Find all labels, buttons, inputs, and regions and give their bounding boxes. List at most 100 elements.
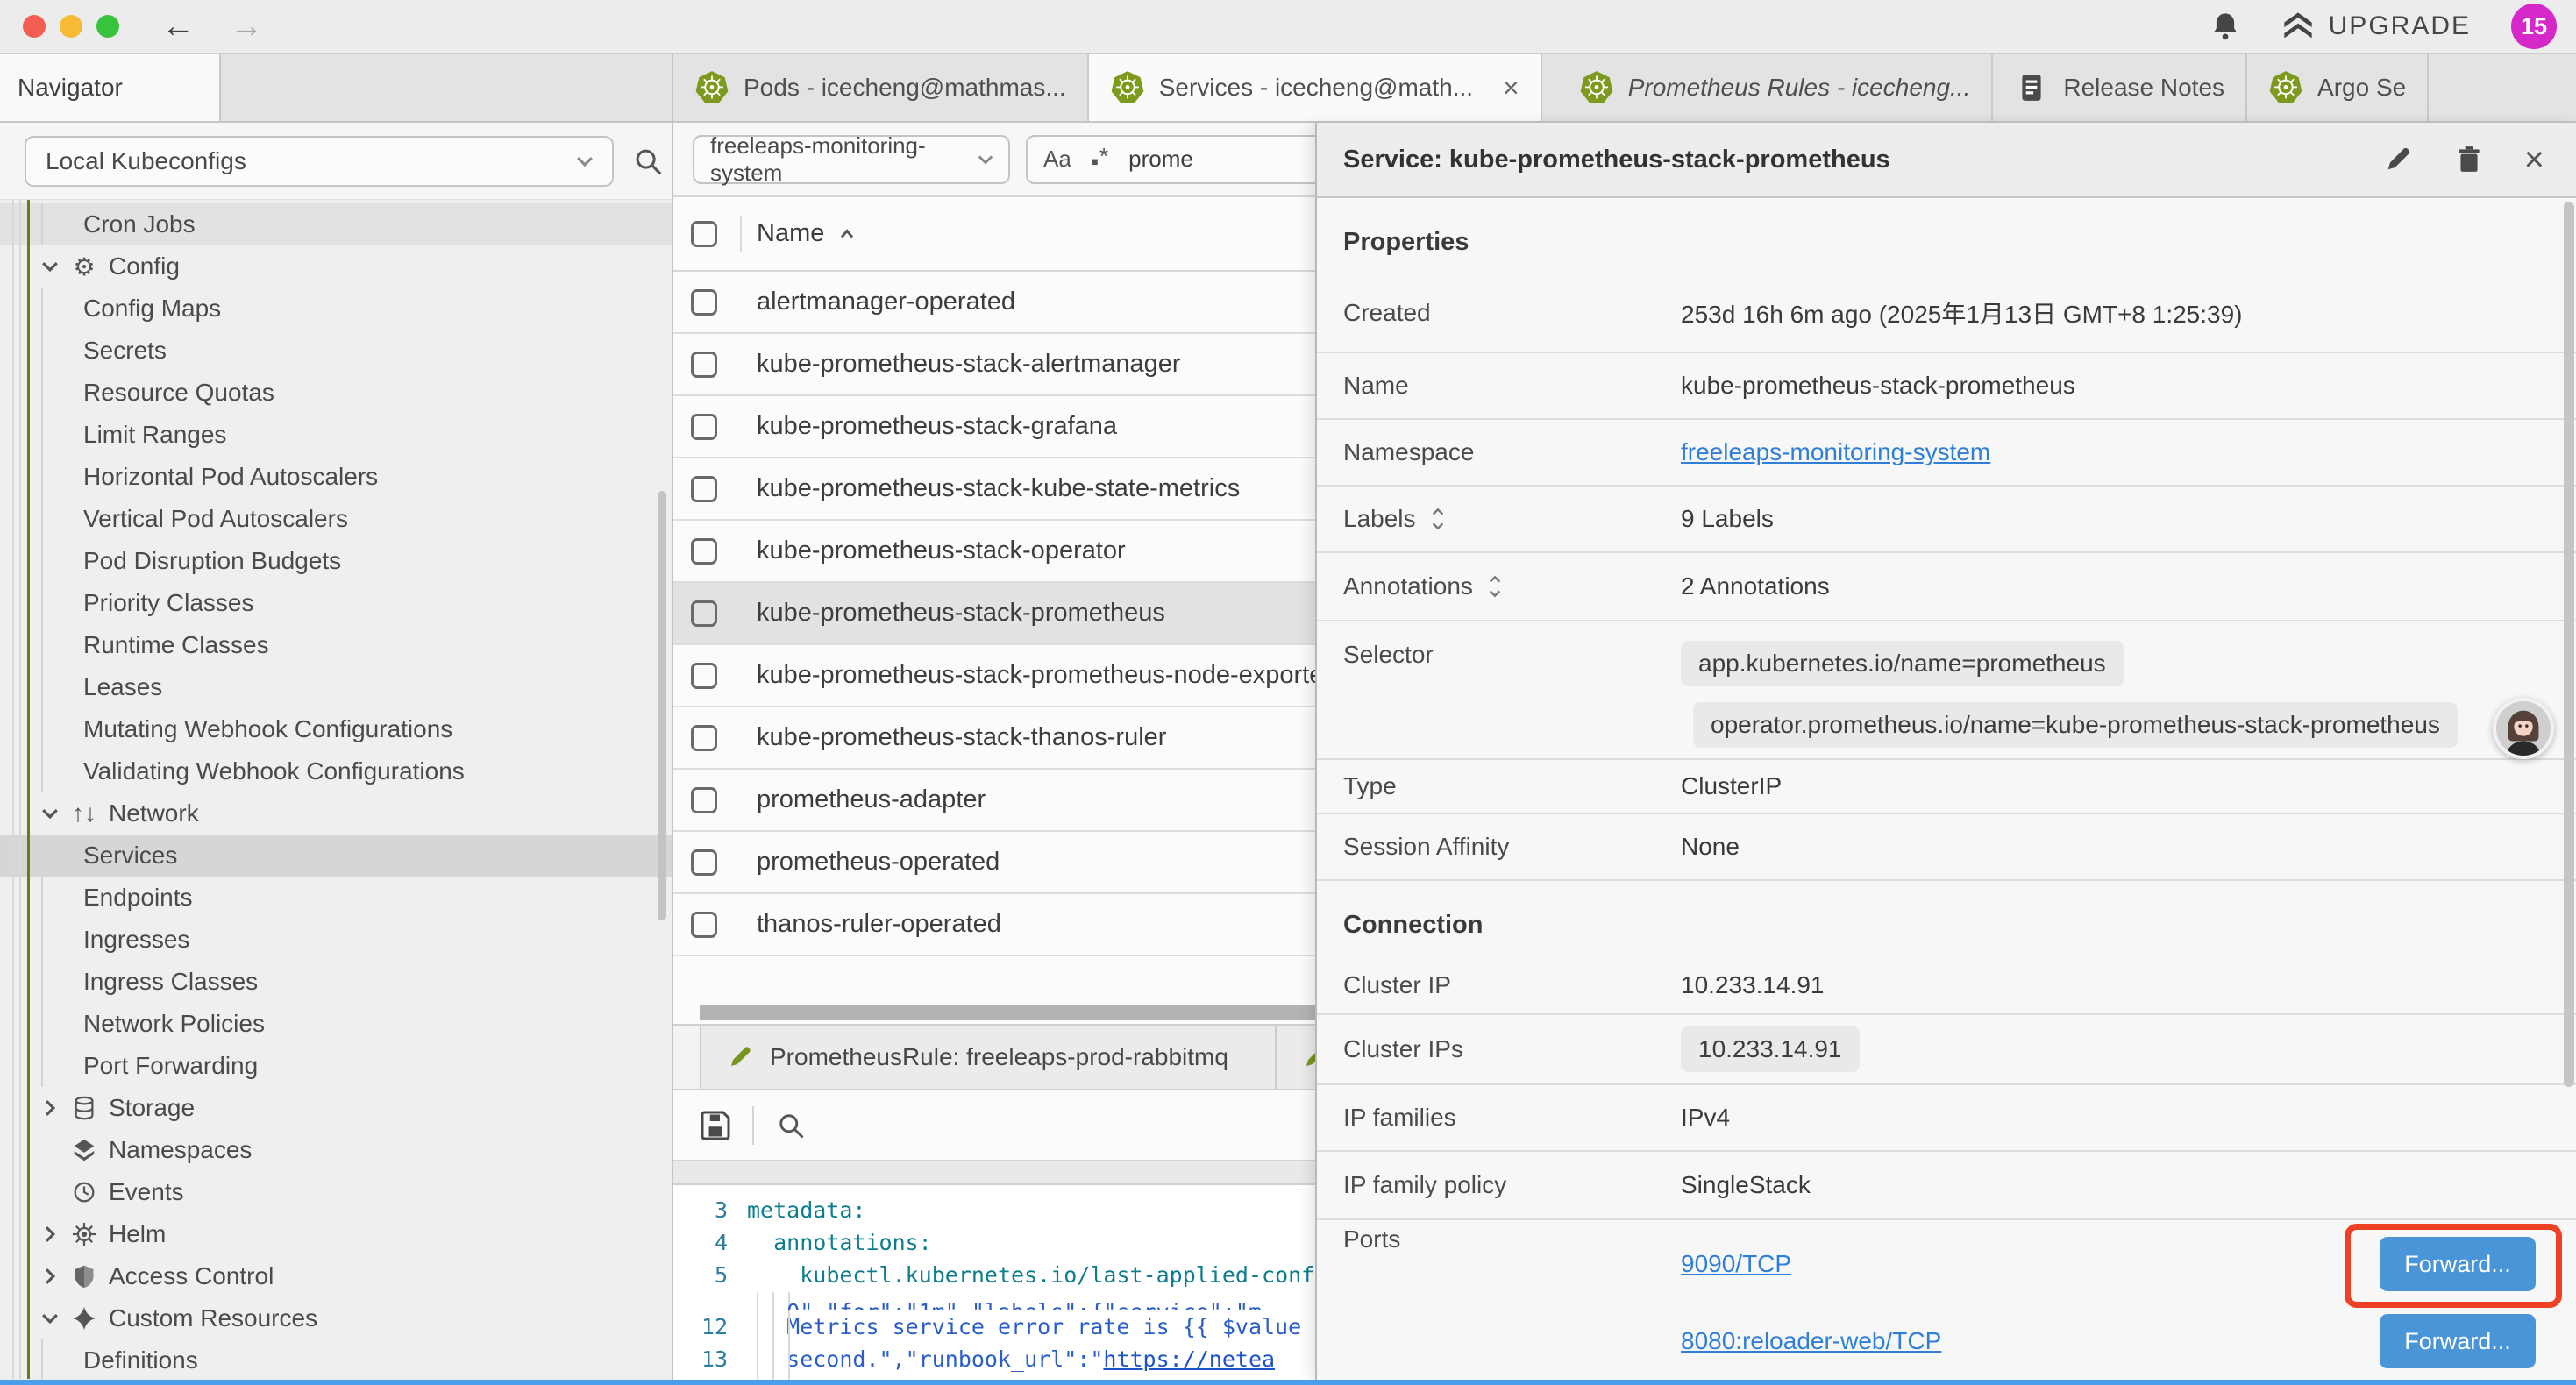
tab-services-icecheng-math[interactable]: Services - icecheng@math...× [1089,54,1542,121]
case-sensitive-toggle[interactable]: Aa [1043,146,1071,173]
tab-navigator[interactable]: Navigator [0,54,221,121]
sidebar-item-validating-webhook-configurations[interactable]: Validating Webhook Configurations [0,750,672,792]
sidebar-item-definitions[interactable]: Definitions [0,1339,672,1381]
sidebar-item-network[interactable]: ↑↓Network [0,792,672,835]
editor-search-icon[interactable] [775,1110,807,1141]
table-row-prometheus-operated[interactable]: prometheus-operated [673,832,1315,894]
table-row-kube-prometheus-stack-thanos-ruler[interactable]: kube-prometheus-stack-thanos-ruler [673,707,1315,770]
horizontal-scrollbar[interactable] [700,1005,1315,1020]
table-row-prometheus-adapter[interactable]: prometheus-adapter [673,770,1315,832]
detail-scrollbar[interactable] [2564,202,2574,1087]
sidebar-item-storage[interactable]: Storage [0,1087,672,1129]
port-link[interactable]: 8080:reloader-web/TCP [1681,1327,1941,1355]
chevron-right-icon[interactable] [39,1097,61,1119]
close-panel-icon[interactable]: × [2524,142,2544,177]
editor-tab-partial[interactable] [1277,1026,1315,1089]
sidebar-item-endpoints[interactable]: Endpoints [0,877,672,919]
tab-pods-icecheng-mathmas[interactable]: Pods - icecheng@mathmas... [673,54,1089,121]
save-icon[interactable] [698,1108,733,1143]
sidebar-item-leases[interactable]: Leases [0,666,672,708]
row-checkbox[interactable] [691,849,717,876]
sidebar-item-helm[interactable]: Helm [0,1213,672,1255]
upgrade-button[interactable]: UPGRADE [2281,10,2471,43]
edit-icon[interactable] [2382,144,2414,175]
delete-icon[interactable] [2454,145,2484,174]
close-window-button[interactable] [23,15,46,38]
sidebar-item-secrets[interactable]: Secrets [0,330,672,372]
chevron-down-icon[interactable] [39,1307,61,1330]
table-row-alertmanager-operated[interactable]: alertmanager-operated [673,272,1315,334]
search-icon[interactable] [631,145,665,178]
chevron-right-icon[interactable] [39,1223,61,1246]
sidebar-item-port-forwarding[interactable]: Port Forwarding [0,1045,672,1087]
forward-button[interactable]: → [230,10,263,43]
namespace-link[interactable]: freeleaps-monitoring-system [1681,438,1990,466]
row-checkbox[interactable] [691,414,717,440]
select-all-checkbox[interactable] [691,221,717,247]
editor-tab-prometheusrule[interactable]: PrometheusRule: freeleaps-prod-rabbitmq [700,1026,1277,1089]
sidebar-item-vertical-pod-autoscalers[interactable]: Vertical Pod Autoscalers [0,498,672,540]
sidebar-item-namespaces[interactable]: Namespaces [0,1129,672,1171]
back-button[interactable]: ← [161,10,195,43]
sidebar-item-config[interactable]: ⚙Config [0,245,672,288]
sidebar-item-pod-disruption-budgets[interactable]: Pod Disruption Budgets [0,540,672,582]
editor-divider-strip[interactable] [673,1161,1315,1185]
chevron-down-icon[interactable] [39,802,61,825]
tab-argo-se[interactable]: Argo Se [2247,54,2429,121]
forward-button[interactable]: Forward... [2380,1314,2536,1368]
sidebar-item-mutating-webhook-configurations[interactable]: Mutating Webhook Configurations [0,708,672,750]
sidebar-item-cron-jobs[interactable]: Cron Jobs [0,203,672,245]
user-avatar[interactable] [2493,698,2554,759]
regex-toggle-icon[interactable]: ▪* [1091,143,1109,175]
row-checkbox[interactable] [691,289,717,316]
table-row-kube-prometheus-stack-operator[interactable]: kube-prometheus-stack-operator [673,521,1315,583]
kubeconfig-select[interactable]: Local Kubeconfigs [25,136,614,187]
sidebar-scrollbar[interactable] [658,491,666,920]
sidebar-item-resource-quotas[interactable]: Resource Quotas [0,372,672,414]
notification-count-badge[interactable]: 15 [2511,4,2557,49]
namespace-select[interactable]: freeleaps-monitoring-system [693,135,1010,184]
port-link[interactable]: 9090/TCP [1681,1250,1791,1278]
row-checkbox[interactable] [691,538,717,565]
table-row-thanos-ruler-operated[interactable]: thanos-ruler-operated [673,894,1315,956]
row-checkbox[interactable] [691,476,717,502]
table-row-kube-prometheus-stack-grafana[interactable]: kube-prometheus-stack-grafana [673,396,1315,458]
sidebar-item-limit-ranges[interactable]: Limit Ranges [0,414,672,456]
chevron-down-icon[interactable] [39,255,61,278]
row-checkbox[interactable] [691,663,717,689]
chevron-right-icon[interactable] [39,1265,61,1288]
table-row-kube-prometheus-stack-prometheus[interactable]: kube-prometheus-stack-prometheus [673,583,1315,645]
filter-input[interactable]: Aa ▪* prome [1026,135,1315,184]
name-column-header[interactable]: Name [757,219,824,248]
table-row-kube-prometheus-stack-prometheus-node-exporter[interactable]: kube-prometheus-stack-prometheus-node-ex… [673,645,1315,707]
sidebar-item-config-maps[interactable]: Config Maps [0,288,672,330]
sidebar-item-services[interactable]: Services [0,835,672,877]
row-checkbox[interactable] [691,912,717,938]
sidebar-item-events[interactable]: Events [0,1171,672,1213]
maximize-window-button[interactable] [96,15,119,38]
sort-updown-icon[interactable] [1485,573,1505,600]
sidebar-item-ingresses[interactable]: Ingresses [0,919,672,961]
tab-release-notes[interactable]: Release Notes [1993,54,2247,121]
sidebar-item-priority-classes[interactable]: Priority Classes [0,582,672,624]
yaml-editor[interactable]: 3metadata:4 annotations:5 kubectl.kubern… [673,1185,1315,1381]
sidebar-item-horizontal-pod-autoscalers[interactable]: Horizontal Pod Autoscalers [0,456,672,498]
sidebar-item-runtime-classes[interactable]: Runtime Classes [0,624,672,666]
bell-icon[interactable] [2210,11,2241,42]
sort-asc-icon[interactable] [836,224,857,245]
sidebar-item-ingress-classes[interactable]: Ingress Classes [0,961,672,1003]
row-checkbox[interactable] [691,725,717,751]
table-row-kube-prometheus-stack-alertmanager[interactable]: kube-prometheus-stack-alertmanager [673,334,1315,396]
sidebar-item-access-control[interactable]: Access Control [0,1255,672,1297]
tab-prometheus-rules-icecheng[interactable]: Prometheus Rules - icecheng... [1558,54,1994,121]
row-checkbox[interactable] [691,352,717,378]
table-row-kube-prometheus-stack-kube-state-metrics[interactable]: kube-prometheus-stack-kube-state-metrics [673,458,1315,521]
sidebar-item-custom-resources[interactable]: Custom Resources [0,1297,672,1339]
detail-label: IP family policy [1343,1171,1681,1199]
sort-updown-icon[interactable] [1428,506,1448,532]
row-checkbox[interactable] [691,787,717,813]
sidebar-item-network-policies[interactable]: Network Policies [0,1003,672,1045]
minimize-window-button[interactable] [60,15,82,38]
close-tab-icon[interactable]: × [1503,72,1519,104]
row-checkbox[interactable] [691,600,717,627]
